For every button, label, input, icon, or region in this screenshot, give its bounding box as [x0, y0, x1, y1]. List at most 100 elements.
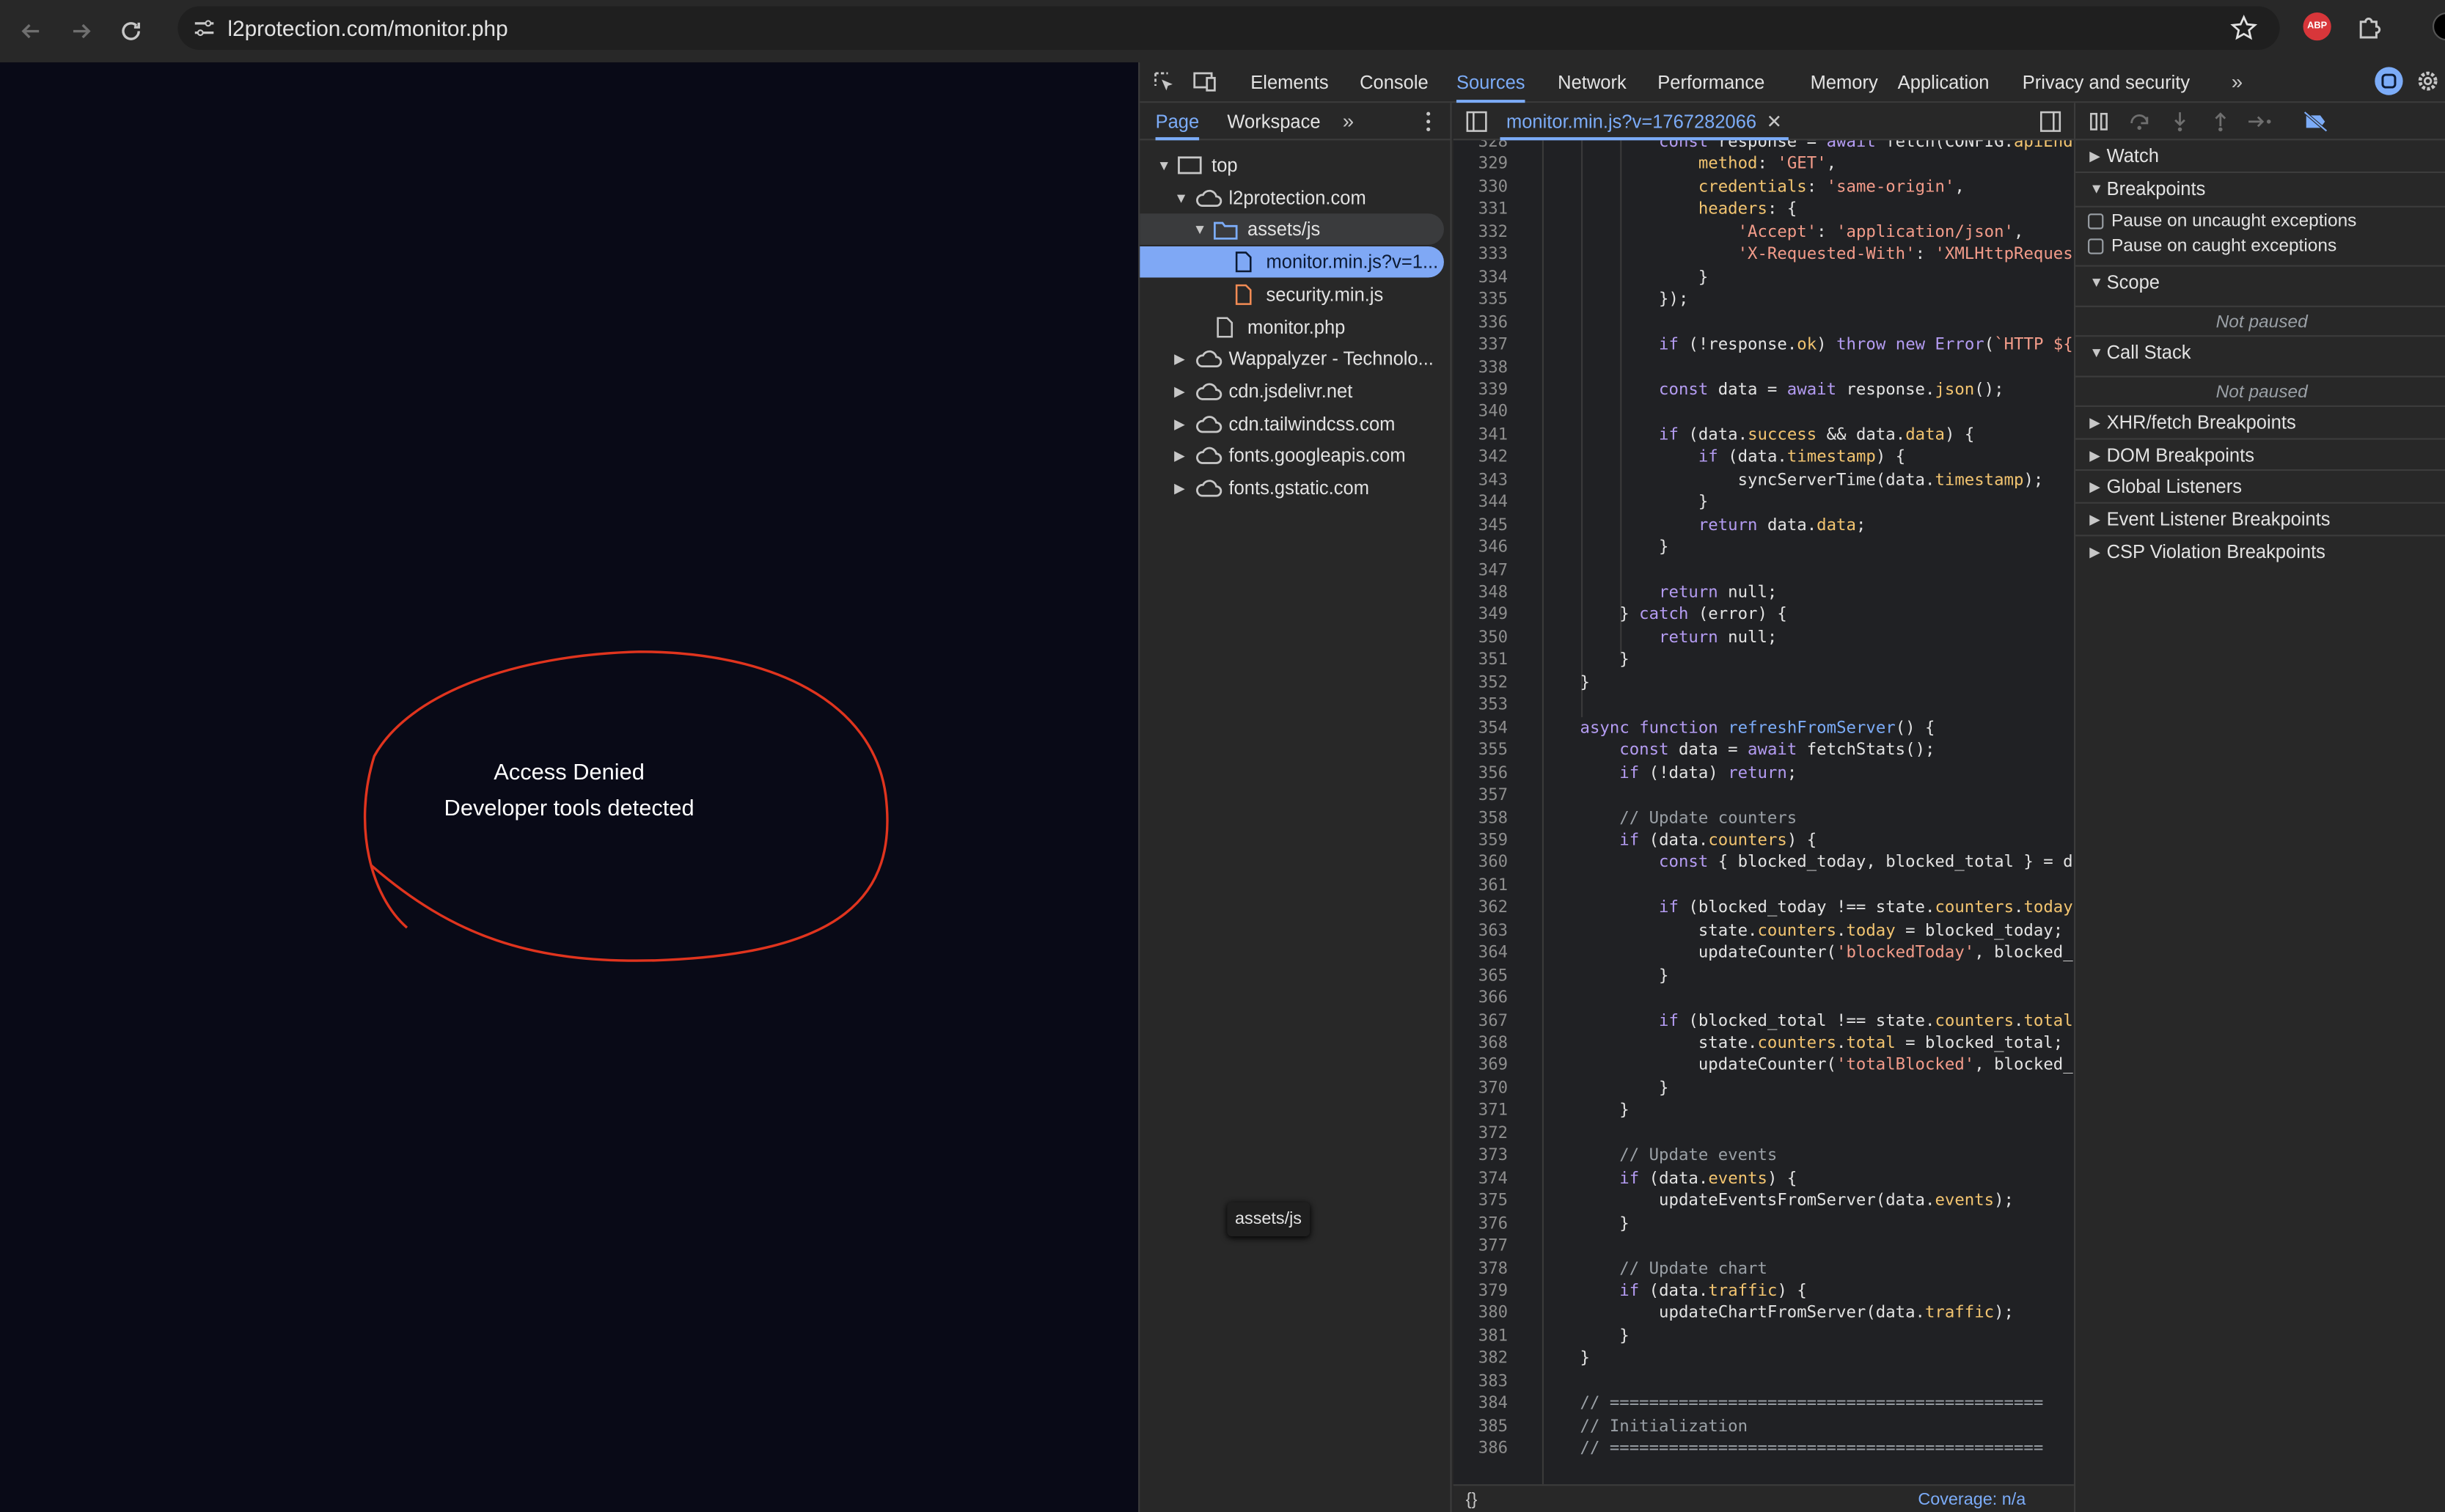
toggle-navigator-button[interactable] [1466, 111, 1488, 133]
tab-memory[interactable]: Memory [1811, 62, 1878, 103]
code-line[interactable]: 331 headers: { [1454, 199, 2074, 221]
tree-item[interactable]: security.min.js [1140, 279, 1451, 310]
tree-item[interactable]: ▶ fonts.googleapis.com [1140, 440, 1451, 471]
code-line[interactable]: 372 [1454, 1122, 2074, 1145]
step-icon[interactable] [2247, 111, 2275, 133]
device-toolbar-button[interactable] [1193, 70, 1218, 94]
code-line[interactable]: 375 updateEventsFromServer(data.events); [1454, 1190, 2074, 1213]
tab-privacy-and-security[interactable]: Privacy and security [2023, 62, 2190, 103]
code-line[interactable]: 346 } [1454, 537, 2074, 559]
line-number[interactable]: 370 [1454, 1077, 1508, 1100]
inspect-element-button[interactable] [1152, 70, 1176, 94]
line-number[interactable]: 349 [1454, 604, 1508, 627]
line-number[interactable]: 358 [1454, 807, 1508, 829]
tree-item[interactable]: monitor.php [1140, 311, 1451, 342]
code-line[interactable]: 343 syncServerTime(data.timestamp); [1454, 469, 2074, 491]
code-line[interactable]: 373 // Update events [1454, 1145, 2074, 1167]
tab-performance[interactable]: Performance [1657, 62, 1764, 103]
code-line[interactable]: 351 } [1454, 649, 2074, 672]
code-line[interactable]: 386 // =================================… [1454, 1438, 2074, 1461]
code-line[interactable]: 374 if (data.events) { [1454, 1167, 2074, 1190]
code-line[interactable]: 332 'Accept': 'application/json', [1454, 221, 2074, 243]
line-number[interactable]: 381 [1454, 1325, 1508, 1348]
line-number[interactable]: 328 [1454, 140, 1508, 153]
line-number[interactable]: 334 [1454, 266, 1508, 289]
editor-file-tab[interactable]: monitor.min.js?v=1767282066 ✕ [1500, 103, 1789, 141]
deactivate-breakpoints-icon[interactable] [2303, 111, 2328, 133]
tree-item[interactable]: ▶ fonts.gstatic.com [1140, 472, 1451, 504]
code-line[interactable]: 377 [1454, 1235, 2074, 1258]
more-navigator-tabs-button[interactable]: » [1343, 103, 1354, 140]
tree-item[interactable]: monitor.min.js?v=1... [1140, 246, 1444, 278]
code-line[interactable]: 352 } [1454, 672, 2074, 694]
line-number[interactable]: 351 [1454, 649, 1508, 672]
code-line[interactable]: 329 method: 'GET', [1454, 153, 2074, 176]
code-line[interactable]: 339 const data = await response.json(); [1454, 379, 2074, 402]
line-number[interactable]: 330 [1454, 176, 1508, 199]
caret-down-icon[interactable]: ▼ [1157, 150, 1171, 181]
call-stack-section[interactable]: ▼ Call Stack [2075, 335, 2445, 367]
code-line[interactable]: 382 } [1454, 1348, 2074, 1370]
line-number[interactable]: 353 [1454, 694, 1508, 717]
code-line[interactable]: 357 [1454, 785, 2074, 807]
line-number[interactable]: 333 [1454, 243, 1508, 266]
line-number[interactable]: 379 [1454, 1280, 1508, 1303]
line-number[interactable]: 332 [1454, 221, 1508, 243]
line-number[interactable]: 378 [1454, 1258, 1508, 1280]
section-csp-violation-breakpoints[interactable]: ▶ CSP Violation Breakpoints [2075, 534, 2445, 566]
line-number[interactable]: 345 [1454, 514, 1508, 537]
code-line[interactable]: 348 return null; [1454, 581, 2074, 604]
code-line[interactable]: 371 } [1454, 1100, 2074, 1123]
watch-section[interactable]: ▶ Watch [2075, 140, 2445, 172]
site-info-button[interactable] [190, 14, 218, 42]
line-number[interactable]: 335 [1454, 289, 1508, 312]
pause-caught-checkbox[interactable] [2088, 238, 2104, 254]
tab-network[interactable]: Network [1558, 62, 1627, 103]
line-number[interactable]: 340 [1454, 401, 1508, 424]
section-event-listener-breakpoints[interactable]: ▶ Event Listener Breakpoints [2075, 502, 2445, 534]
caret-right-icon[interactable]: ▶ [1174, 375, 1185, 407]
code-line[interactable]: 363 state.counters.today = blocked_today… [1454, 920, 2074, 942]
caret-down-icon[interactable]: ▼ [1193, 214, 1207, 246]
code-line[interactable]: 353 [1454, 694, 2074, 717]
code-line[interactable]: 378 // Update chart [1454, 1258, 2074, 1280]
tree-item[interactable]: ▼ assets/js [1140, 214, 1444, 246]
code-line[interactable]: 370 } [1454, 1077, 2074, 1100]
code-line[interactable]: 330 credentials: 'same-origin', [1454, 176, 2074, 199]
line-number[interactable]: 341 [1454, 424, 1508, 447]
code-line[interactable]: 328 const response = await fetch(CONFIG.… [1454, 140, 2074, 153]
code-line[interactable]: 365 } [1454, 964, 2074, 987]
line-number[interactable]: 338 [1454, 356, 1508, 379]
code-line[interactable]: 350 return null; [1454, 627, 2074, 650]
breakpoints-section[interactable]: ▼ Breakpoints [2075, 171, 2445, 203]
line-number[interactable]: 348 [1454, 581, 1508, 604]
line-number[interactable]: 344 [1454, 491, 1508, 514]
scope-section[interactable]: ▼ Scope [2075, 265, 2445, 296]
line-number[interactable]: 357 [1454, 785, 1508, 807]
tab-workspace[interactable]: Workspace [1227, 103, 1320, 140]
line-number[interactable]: 377 [1454, 1235, 1508, 1258]
code-line[interactable]: 345 return data.data; [1454, 514, 2074, 537]
code-line[interactable]: 341 if (data.success && data.data) { [1454, 424, 2074, 447]
line-number[interactable]: 363 [1454, 920, 1508, 942]
code-line[interactable]: 381 } [1454, 1325, 2074, 1348]
extensions-button[interactable] [2356, 12, 2384, 40]
line-number[interactable]: 354 [1454, 716, 1508, 739]
pause-icon[interactable] [2088, 111, 2110, 133]
code-line[interactable]: 358 // Update counters [1454, 807, 2074, 829]
line-number[interactable]: 374 [1454, 1167, 1508, 1190]
line-number[interactable]: 336 [1454, 311, 1508, 334]
code-line[interactable]: 342 if (data.timestamp) { [1454, 447, 2074, 469]
more-tabs-button[interactable]: » [2232, 62, 2243, 103]
code-line[interactable]: 367 if (blocked_total !== state.counters… [1454, 1010, 2074, 1032]
code-line[interactable]: 369 updateCounter('totalBlocked', blocke… [1454, 1054, 2074, 1077]
reload-button[interactable] [111, 11, 151, 51]
code-line[interactable]: 380 updateChartFromServer(data.traffic); [1454, 1302, 2074, 1325]
code-line[interactable]: 334 } [1454, 266, 2074, 289]
code-line[interactable]: 336 [1454, 311, 2074, 334]
line-number[interactable]: 386 [1454, 1438, 1508, 1461]
tab-page[interactable]: Page [1155, 103, 1200, 141]
step-into-icon[interactable] [2169, 111, 2191, 133]
ai-assistance-button[interactable] [2375, 67, 2403, 95]
step-over-icon[interactable] [2128, 111, 2150, 133]
